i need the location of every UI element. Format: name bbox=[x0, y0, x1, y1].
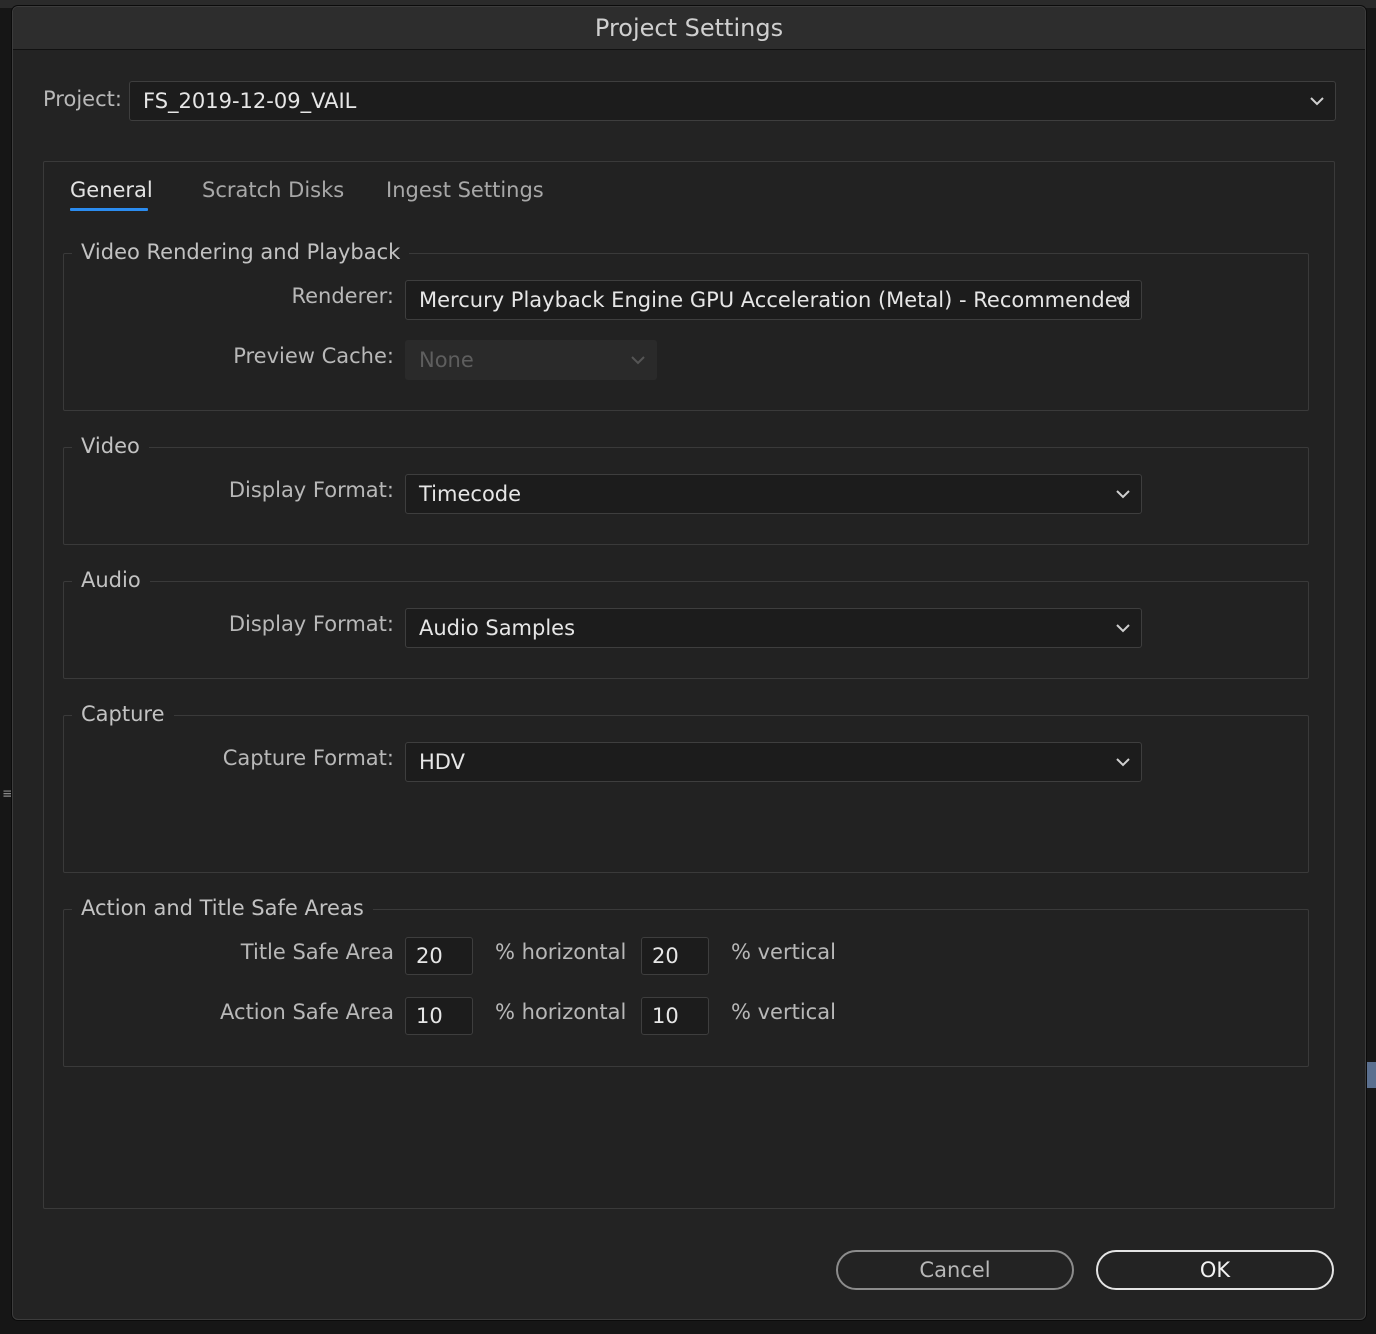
capture-format-select[interactable]: HDV bbox=[405, 742, 1142, 782]
renderer-select-value: Mercury Playback Engine GPU Acceleration… bbox=[419, 288, 1131, 312]
action-safe-horizontal-unit: % horizontal bbox=[495, 1000, 627, 1024]
audio-display-format-value: Audio Samples bbox=[419, 616, 576, 640]
action-safe-vertical-unit: % vertical bbox=[731, 1000, 836, 1024]
chevron-down-icon bbox=[1116, 296, 1130, 305]
project-settings-dialog: Project Settings Project: FS_2019-12-09_… bbox=[12, 6, 1366, 1320]
action-safe-horizontal-input[interactable] bbox=[405, 997, 473, 1035]
project-select-value: FS_2019-12-09_VAIL bbox=[143, 89, 357, 113]
chevron-down-icon bbox=[1310, 97, 1324, 106]
group-safe-areas: Action and Title Safe Areas Title Safe A… bbox=[63, 892, 1309, 1067]
group-video: Video Display Format: Timecode bbox=[63, 430, 1309, 545]
title-safe-area-label: Title Safe Area bbox=[240, 940, 394, 964]
chevron-down-icon bbox=[631, 356, 645, 365]
ok-button[interactable]: OK bbox=[1096, 1250, 1334, 1290]
video-display-format-select[interactable]: Timecode bbox=[405, 474, 1142, 514]
background-panel-handle-icon: ≡ bbox=[2, 786, 14, 802]
tab-scratch-disks[interactable]: Scratch Disks bbox=[202, 178, 344, 202]
project-label: Project: bbox=[43, 87, 122, 111]
group-capture: Capture Capture Format: HDV bbox=[63, 698, 1309, 873]
renderer-select[interactable]: Mercury Playback Engine GPU Acceleration… bbox=[405, 280, 1142, 320]
settings-panel: General Scratch Disks Ingest Settings Vi… bbox=[43, 161, 1335, 1209]
audio-display-format-select[interactable]: Audio Samples bbox=[405, 608, 1142, 648]
group-audio-title: Audio bbox=[72, 564, 150, 596]
group-video-rendering-title: Video Rendering and Playback bbox=[72, 236, 410, 268]
action-safe-vertical-input[interactable] bbox=[641, 997, 709, 1035]
dialog-titlebar[interactable]: Project Settings bbox=[13, 7, 1365, 50]
group-audio: Audio Display Format: Audio Samples bbox=[63, 564, 1309, 679]
cancel-button[interactable]: Cancel bbox=[836, 1250, 1074, 1290]
title-safe-horizontal-unit: % horizontal bbox=[495, 940, 627, 964]
tab-general-underline bbox=[70, 208, 148, 211]
dialog-title: Project Settings bbox=[594, 14, 784, 42]
group-safe-areas-title: Action and Title Safe Areas bbox=[72, 892, 373, 924]
group-video-rendering: Video Rendering and Playback Renderer: M… bbox=[63, 236, 1309, 411]
title-safe-vertical-unit: % vertical bbox=[731, 940, 836, 964]
renderer-label: Renderer: bbox=[291, 284, 394, 308]
project-select[interactable]: FS_2019-12-09_VAIL bbox=[129, 81, 1336, 121]
video-display-format-label: Display Format: bbox=[228, 478, 394, 502]
preview-cache-label: Preview Cache: bbox=[233, 344, 394, 368]
chevron-down-icon bbox=[1116, 624, 1130, 633]
tab-ingest-settings[interactable]: Ingest Settings bbox=[386, 178, 544, 202]
background-panel-accent bbox=[1366, 1062, 1376, 1088]
chevron-down-icon bbox=[1116, 758, 1130, 767]
preview-cache-select-value: None bbox=[419, 348, 474, 372]
title-safe-vertical-input[interactable] bbox=[641, 937, 709, 975]
title-safe-horizontal-input[interactable] bbox=[405, 937, 473, 975]
group-video-title: Video bbox=[72, 430, 149, 462]
audio-display-format-label: Display Format: bbox=[228, 612, 394, 636]
tab-general[interactable]: General bbox=[70, 178, 153, 202]
chevron-down-icon bbox=[1116, 490, 1130, 499]
capture-format-value: HDV bbox=[419, 750, 465, 774]
action-safe-area-label: Action Safe Area bbox=[220, 1000, 394, 1024]
group-capture-title: Capture bbox=[72, 698, 174, 730]
video-display-format-value: Timecode bbox=[419, 482, 522, 506]
preview-cache-select: None bbox=[405, 340, 657, 380]
capture-format-label: Capture Format: bbox=[222, 746, 394, 770]
